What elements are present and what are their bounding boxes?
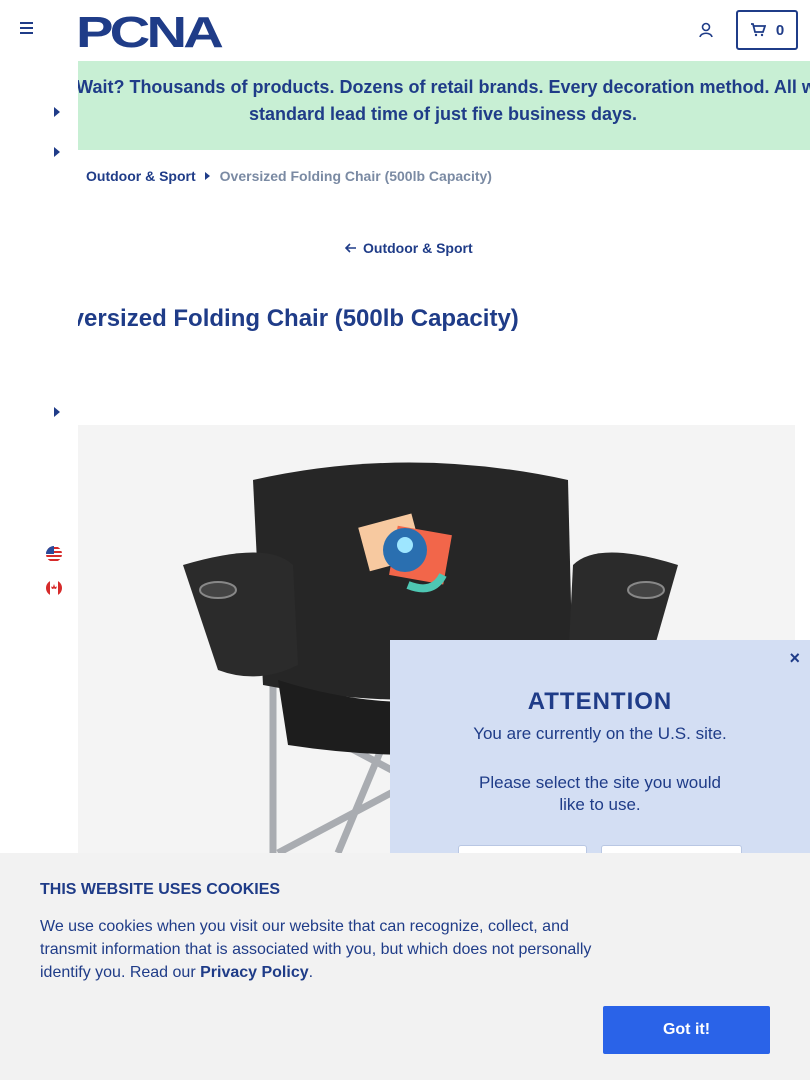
svg-text:PCNA: PCNA [76, 10, 223, 52]
back-to-category-link[interactable]: Outdoor & Sport [345, 240, 473, 256]
us-flag-icon[interactable] [46, 546, 62, 562]
cart-count: 0 [775, 21, 785, 39]
site-select-modal: × ATTENTION You are currently on the U.S… [390, 640, 810, 853]
got-it-button[interactable]: Got it! [603, 1006, 770, 1054]
caret-right-icon[interactable] [54, 147, 60, 157]
canada-flag-icon[interactable] [46, 580, 62, 596]
privacy-policy-link[interactable]: Privacy Policy [200, 964, 309, 981]
caret-right-icon[interactable] [54, 407, 60, 417]
close-icon[interactable]: × [789, 648, 800, 669]
cookie-body-suffix: . [308, 964, 314, 981]
modal-instruction-text: Please select the site you would like to… [479, 773, 721, 814]
breadcrumb-category-link[interactable]: Outdoor & Sport [86, 168, 196, 184]
left-rail [0, 61, 78, 853]
hamburger-icon[interactable] [20, 22, 36, 38]
back-link-label: Outdoor & Sport [363, 240, 473, 256]
back-arrow-icon [345, 243, 356, 253]
promo-banner-text: Why Wait? Thousands of products. Dozens … [78, 77, 810, 124]
modal-current-site-text: You are currently on the U.S. site. [473, 724, 727, 743]
cookie-title: THIS WEBSITE USES COOKIES [40, 881, 281, 898]
cookie-body: We use cookies when you visit our websit… [40, 915, 610, 984]
breadcrumb-current: Oversized Folding Chair (500lb Capacity) [219, 168, 492, 184]
account-icon[interactable] [698, 21, 716, 39]
promo-banner: Why Wait? Thousands of products. Dozens … [78, 61, 810, 150]
page-title-wrap: Oversized Folding Chair (500lb Capacity) [78, 305, 810, 345]
pcna-logo[interactable]: PCNA [76, 10, 226, 52]
cart-icon [750, 23, 766, 37]
cookie-banner: THIS WEBSITE USES COOKIES We use cookies… [0, 853, 810, 1080]
page-title: Oversized Folding Chair (500lb Capacity) [78, 305, 519, 332]
cookie-body-text: We use cookies when you visit our websit… [40, 918, 592, 981]
modal-title: ATTENTION [527, 688, 673, 715]
canada-site-button[interactable] [601, 845, 742, 853]
site-header: PCNA 0 [0, 0, 810, 61]
breadcrumb-separator-icon [204, 172, 210, 180]
breadcrumb: Outdoor & Sport Oversized Folding Chair … [86, 168, 492, 184]
caret-right-icon[interactable] [54, 107, 60, 117]
us-site-button[interactable] [458, 845, 587, 853]
cart-button[interactable]: 0 [736, 10, 798, 50]
